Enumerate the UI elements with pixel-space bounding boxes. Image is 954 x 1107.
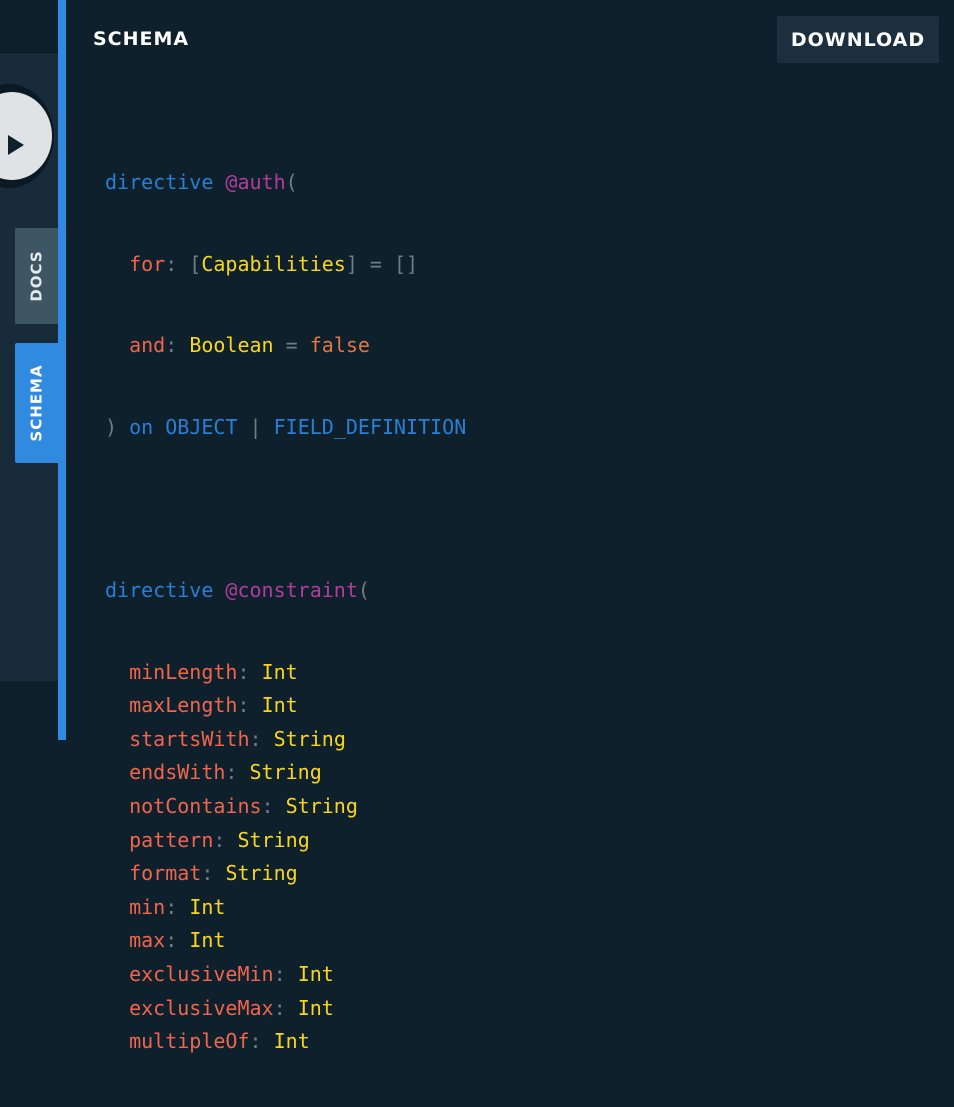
code-line: min: Int — [129, 894, 226, 919]
tab-docs[interactable]: DOCS — [15, 228, 58, 324]
code-line: directive @constraint( — [105, 577, 370, 602]
arg-name: notContains — [129, 793, 262, 818]
arg-type: Int — [189, 928, 226, 953]
arg-type: Capabilities — [201, 251, 346, 276]
arg-name: for — [129, 251, 166, 276]
arg-type: Int — [261, 693, 298, 718]
arg-name: and — [129, 333, 166, 358]
arg-type: Boolean — [189, 333, 274, 358]
code-line: pattern: String — [129, 827, 310, 852]
code-line: multipleOf: Int — [129, 1029, 310, 1054]
editor-bottom-bar — [0, 681, 58, 740]
directive-keyword: directive — [105, 577, 214, 602]
arg-type: Int — [189, 894, 226, 919]
arg-name: exclusiveMax — [129, 995, 274, 1020]
tab-schema[interactable]: SCHEMA — [15, 343, 58, 463]
directive-keyword: directive — [105, 170, 214, 194]
arg-type: Int — [297, 995, 334, 1020]
schema-panel: SCHEMA DOWNLOAD directive @auth( for: [C… — [66, 0, 954, 1053]
arg-type: Int — [273, 1029, 310, 1054]
play-icon — [8, 135, 24, 155]
code-line: for: [Capabilities] = [] — [129, 251, 419, 276]
arg-name: startsWith — [129, 726, 250, 751]
arg-name: exclusiveMin — [129, 961, 274, 986]
code-line: and: Boolean = false — [129, 333, 370, 358]
arg-type: String — [285, 793, 358, 818]
tab-schema-label: SCHEMA — [27, 364, 46, 442]
arg-name: format — [129, 861, 202, 886]
arg-type: String — [273, 726, 346, 751]
tab-docs-label: DOCS — [27, 250, 46, 302]
on-keyword: on — [129, 414, 154, 439]
code-line: max: Int — [129, 928, 226, 953]
constraint-args: minLength: Int maxLength: Int startsWith… — [105, 656, 466, 1059]
panel-accent-divider — [58, 0, 66, 740]
arg-type: String — [237, 827, 310, 852]
arg-name: multipleOf — [129, 1029, 250, 1054]
arg-default: false — [309, 333, 370, 358]
code-line: minLength: Int — [129, 659, 298, 684]
arg-type: String — [225, 861, 298, 886]
arg-name: minLength — [129, 659, 238, 684]
editor-top-bar — [0, 0, 58, 53]
code-line: exclusiveMin: Int — [129, 961, 334, 986]
panel-title: SCHEMA — [93, 28, 190, 50]
arg-name: pattern — [129, 827, 214, 852]
code-line: notContains: String — [129, 793, 358, 818]
code-line: endsWith: String — [129, 760, 322, 785]
code-line: exclusiveMax: Int — [129, 995, 334, 1020]
arg-name: max — [129, 928, 166, 953]
schema-code: directive @auth( for: [Capabilities] = [… — [105, 118, 466, 1107]
arg-type: Int — [261, 659, 298, 684]
code-line: format: String — [129, 861, 298, 886]
play-button[interactable] — [0, 84, 54, 188]
code-line: maxLength: Int — [129, 693, 298, 718]
code-line: ) on OBJECT | FIELD_DEFINITION — [105, 414, 467, 439]
arg-type: Int — [297, 961, 334, 986]
play-button-face[interactable] — [0, 92, 52, 180]
download-button[interactable]: DOWNLOAD — [777, 16, 939, 63]
directive-name: @auth — [225, 170, 286, 194]
arg-name: min — [129, 894, 166, 919]
directive-location: OBJECT — [165, 414, 238, 439]
directive-location: FIELD_DEFINITION — [273, 414, 467, 439]
arg-default: [] — [394, 251, 419, 276]
arg-name: endsWith — [129, 760, 226, 785]
arg-name: maxLength — [129, 693, 238, 718]
code-line: directive @auth( — [105, 170, 298, 194]
arg-type: String — [249, 760, 322, 785]
directive-name: @constraint — [225, 577, 358, 602]
